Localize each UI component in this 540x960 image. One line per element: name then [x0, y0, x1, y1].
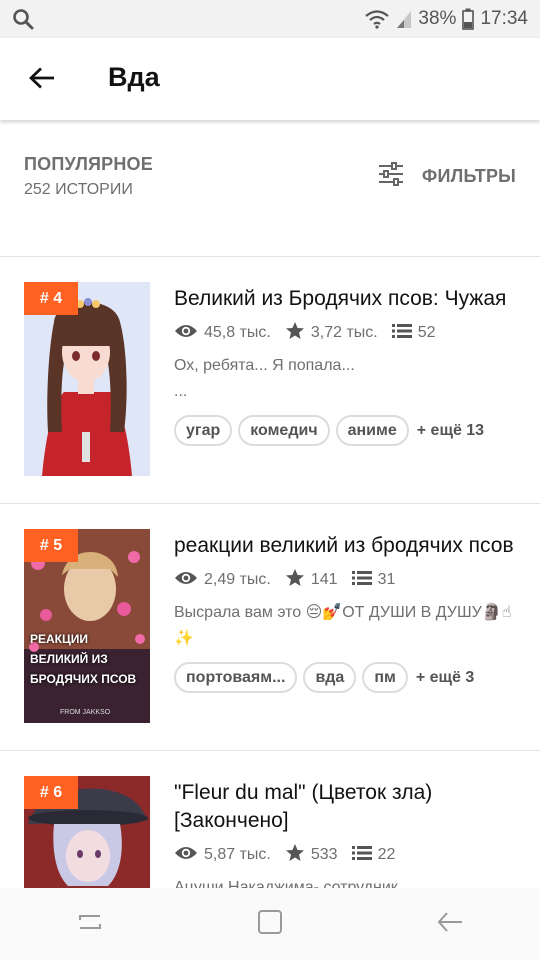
star-icon: [285, 568, 305, 593]
reads-count: 2,49 тыс.: [204, 571, 271, 588]
eye-icon: [174, 570, 198, 591]
list-icon: [391, 323, 412, 344]
home-button[interactable]: [240, 894, 300, 954]
votes-count: 3,72 тыс.: [310, 324, 378, 341]
list-icon: [351, 570, 372, 591]
more-tags[interactable]: + ещё 13: [417, 422, 484, 440]
votes-count: 141: [310, 571, 338, 588]
parts-count: 22: [377, 846, 396, 863]
rank-badge: # 4: [24, 282, 78, 315]
story-title[interactable]: Великий из Бродячих псов: Чужая: [174, 285, 520, 313]
tag-chip[interactable]: аниме: [335, 415, 409, 446]
story-item[interactable]: # 4 Великий из Бродячих псов: Чужая 45,8…: [0, 257, 540, 504]
battery-icon: [462, 8, 475, 30]
star-icon: [285, 321, 305, 346]
sort-title: ПОПУЛЯРНОЕ: [24, 154, 153, 174]
status-bar: 38% 17:34: [0, 0, 540, 38]
app-bar: Вда: [0, 38, 540, 120]
story-info: реакции великий из бродячих псов 2,49 ты…: [174, 532, 520, 693]
rank-badge: # 5: [24, 529, 78, 562]
story-stats: 5,87 тыс. 533 22: [174, 843, 520, 867]
eye-icon: [174, 845, 198, 866]
recent-apps-icon: [76, 910, 104, 939]
story-description: Ох, ребята... Я попала... ...: [174, 357, 355, 400]
cover-credit: FROM JAKKSO: [60, 709, 111, 716]
arrow-left-icon: [28, 66, 55, 94]
filters-button[interactable]: ФИЛЬТРЫ: [378, 162, 516, 191]
recent-apps-button[interactable]: [60, 894, 120, 954]
wifi-icon: [364, 9, 390, 29]
star-icon: [285, 843, 305, 868]
story-description: Высрала вам это 😔💅ОТ ДУШИ В ДУШУ🗿☝✨: [174, 604, 512, 647]
story-count: 252 ИСТОРИИ: [24, 181, 133, 198]
story-item[interactable]: РЕАКЦИИ ВЕЛИКИЙ ИЗ БРОДЯЧИХ ПСОВ FROM JA…: [0, 504, 540, 751]
story-stats: 45,8 тыс. 3,72 тыс. 52: [174, 321, 520, 345]
votes-count: 533: [310, 846, 338, 863]
rank-badge: # 6: [24, 776, 78, 809]
tag-list: портоваям... вда пм + ещё 3: [174, 662, 520, 693]
story-title[interactable]: "Fleur du mal" (Цветок зла) [Закончено]: [174, 779, 520, 835]
story-title[interactable]: реакции великий из бродячих псов: [174, 532, 520, 560]
tag-chip[interactable]: вда: [303, 662, 357, 693]
page-title: Вда: [108, 62, 160, 92]
tag-chip[interactable]: пм: [362, 662, 408, 693]
back-arrow-icon: [436, 910, 464, 939]
system-nav-bar: [0, 888, 540, 960]
home-icon: [256, 908, 284, 941]
list-header: ПОПУЛЯРНОЕ 252 ИСТОРИИ ФИЛЬТРЫ: [0, 120, 540, 257]
list-icon: [351, 845, 372, 866]
signal-icon: [396, 9, 412, 29]
tag-chip[interactable]: портоваям...: [174, 662, 298, 693]
more-tags[interactable]: + ещё 3: [416, 669, 474, 687]
search-icon[interactable]: [12, 8, 34, 30]
eye-icon: [174, 323, 198, 344]
parts-count: 31: [377, 571, 396, 588]
tag-chip[interactable]: комедич: [238, 415, 330, 446]
back-button[interactable]: [22, 60, 62, 100]
story-stats: 2,49 тыс. 141 31: [174, 568, 520, 592]
clock: 17:34: [480, 8, 528, 29]
reads-count: 45,8 тыс.: [204, 324, 271, 341]
system-back-button[interactable]: [420, 894, 480, 954]
story-info: Великий из Бродячих псов: Чужая 45,8 тыс…: [174, 285, 520, 446]
reads-count: 5,87 тыс.: [204, 846, 271, 863]
battery-percent: 38%: [418, 8, 457, 29]
tag-list: угар комедич аниме + ещё 13: [174, 415, 520, 446]
cover-text: РЕАКЦИИ ВЕЛИКИЙ ИЗ БРОДЯЧИХ ПСОВ: [30, 632, 137, 686]
parts-count: 52: [417, 324, 436, 341]
sliders-icon: [378, 162, 404, 191]
filters-label: ФИЛЬТРЫ: [421, 166, 516, 186]
tag-chip[interactable]: угар: [174, 415, 233, 446]
